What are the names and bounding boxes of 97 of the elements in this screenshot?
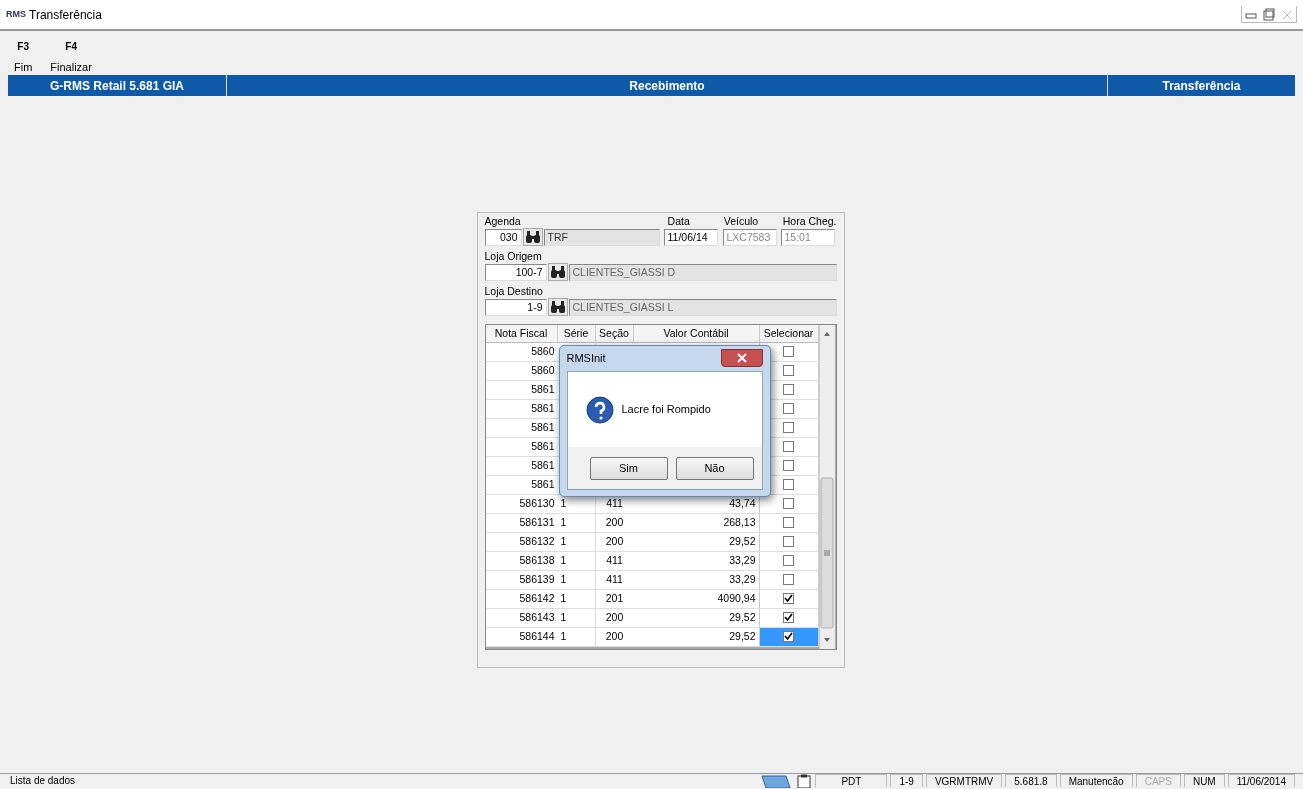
table-cell-text: 586142 bbox=[518, 591, 556, 606]
checkbox[interactable] bbox=[783, 574, 794, 585]
checkbox[interactable] bbox=[783, 536, 794, 547]
status-panel: 11/06/2014 bbox=[1227, 774, 1295, 787]
table-cell-text: 200 bbox=[604, 515, 625, 530]
checkbox[interactable] bbox=[783, 384, 794, 395]
status-panel: 5.681.8 bbox=[1005, 774, 1057, 787]
table-cell-text: 5861 bbox=[530, 420, 556, 435]
close-button[interactable] bbox=[720, 348, 763, 367]
checkbox[interactable] bbox=[783, 346, 794, 357]
dialog-title: RMSInit bbox=[566, 351, 606, 367]
checkbox[interactable] bbox=[783, 498, 794, 509]
status-panel: NUM bbox=[1183, 774, 1225, 787]
field-label: Veículo bbox=[723, 215, 760, 228]
table-cell-text: 586130 bbox=[518, 496, 556, 511]
table-cell: 29,52 bbox=[633, 609, 760, 627]
dialog-button[interactable]: Sim bbox=[589, 456, 668, 480]
table-cell: 33,29 bbox=[633, 552, 760, 570]
table-cell: 1 bbox=[557, 609, 596, 627]
table-cell-text: 411 bbox=[605, 553, 624, 568]
table-cell-text: 411 bbox=[605, 572, 624, 587]
field-label: Hora Cheg. bbox=[782, 215, 837, 228]
question-icon bbox=[585, 395, 614, 424]
field-label: Data bbox=[667, 215, 691, 228]
status-panel: Manutencão bbox=[1059, 774, 1133, 787]
app-name: G-RMS Retail 5.681 GIA bbox=[8, 75, 227, 96]
checkbox[interactable] bbox=[783, 631, 794, 642]
table-cell-text: 586143 bbox=[518, 610, 556, 625]
table-cell-text: 586144 bbox=[518, 629, 556, 644]
checkbox[interactable] bbox=[783, 422, 794, 433]
table-cell: 1 bbox=[557, 571, 596, 589]
app-logo: RMS bbox=[6, 7, 26, 21]
table-cell-text: 586132 bbox=[518, 534, 556, 549]
table-cell: 1 bbox=[557, 552, 596, 570]
checkbox[interactable] bbox=[783, 441, 794, 452]
input-field: TRF bbox=[543, 228, 660, 246]
table-cell-text: 5861 bbox=[530, 382, 556, 397]
table-cell-text: 5861 bbox=[530, 439, 556, 454]
checkbox[interactable] bbox=[783, 612, 794, 623]
restore-icon[interactable] bbox=[1260, 6, 1278, 22]
input-field[interactable]: 11/06/14 bbox=[663, 228, 718, 246]
field-label: Loja Destino bbox=[484, 285, 544, 298]
input-field[interactable]: 030 bbox=[484, 228, 522, 246]
status-panel: CAPS bbox=[1135, 774, 1181, 787]
field-label: Agenda bbox=[484, 215, 522, 228]
toolbar-button[interactable]: F4 Finalizar bbox=[46, 39, 96, 75]
close-icon bbox=[736, 352, 747, 363]
input-field: 15:01 bbox=[780, 228, 835, 246]
selection-cell[interactable] bbox=[759, 628, 819, 646]
checkbox[interactable] bbox=[783, 365, 794, 376]
screen-title: Transferência bbox=[1161, 77, 1242, 95]
status-panel: PDT bbox=[815, 774, 888, 787]
table-cell-text: 200 bbox=[604, 610, 625, 625]
input-field[interactable]: 1-9 bbox=[484, 298, 547, 316]
table-cell-text: 5861 bbox=[530, 401, 556, 416]
toolbar-button[interactable]: F3 Fim bbox=[10, 39, 37, 75]
input-field: CLIENTES_GIASSI L bbox=[568, 298, 837, 316]
table-cell-text: 5860 bbox=[530, 344, 556, 359]
table-cell: 33,29 bbox=[633, 571, 760, 589]
table-cell-text: 5861 bbox=[530, 458, 556, 473]
table-cell: 1 bbox=[557, 533, 596, 551]
table-cell-text: 5861 bbox=[530, 477, 556, 492]
input-field: LXC7583 bbox=[722, 228, 777, 246]
table-cell-text: 5860 bbox=[530, 363, 556, 378]
status-panel: VGRMTRMV bbox=[925, 774, 1003, 787]
status-message: Lista de dados bbox=[9, 774, 77, 787]
table-cell: 29,52 bbox=[633, 628, 760, 646]
table-cell-text: 586139 bbox=[518, 572, 556, 587]
input-field: CLIENTES_GIASSI D bbox=[568, 263, 837, 281]
table-cell-text: 201 bbox=[604, 591, 625, 606]
checkbox[interactable] bbox=[783, 479, 794, 490]
table-cell-text: 586131 bbox=[518, 515, 556, 530]
status-panel: 1-9 bbox=[890, 774, 923, 787]
window-title: Transferência bbox=[29, 6, 102, 24]
checkbox[interactable] bbox=[783, 460, 794, 471]
table-cell-text: 200 bbox=[604, 629, 625, 644]
checkbox[interactable] bbox=[783, 403, 794, 414]
table-cell: 29,52 bbox=[633, 533, 760, 551]
table-cell-text: 411 bbox=[605, 496, 624, 511]
binoculars-icon[interactable] bbox=[547, 298, 568, 316]
checkbox[interactable] bbox=[783, 555, 794, 566]
input-field[interactable]: 100-7 bbox=[484, 263, 547, 281]
table-cell: 268,13 bbox=[633, 514, 760, 532]
binoculars-icon[interactable] bbox=[522, 228, 543, 246]
field-label: Loja Origem bbox=[484, 250, 543, 263]
dialog-button[interactable]: Não bbox=[675, 456, 754, 480]
table-cell: 1 bbox=[557, 628, 596, 646]
table-cell-text: 200 bbox=[604, 534, 625, 549]
table-cell: 4090,94 bbox=[633, 590, 760, 608]
table-cell-text: 586138 bbox=[518, 553, 556, 568]
checkbox[interactable] bbox=[783, 593, 794, 604]
table-cell: 1 bbox=[557, 514, 596, 532]
dialog-message: Lacre foi Rompido bbox=[621, 402, 711, 418]
binoculars-icon[interactable] bbox=[547, 263, 568, 281]
table-cell: 1 bbox=[557, 590, 596, 608]
module-title: Recebimento bbox=[227, 75, 1108, 96]
checkbox[interactable] bbox=[783, 517, 794, 528]
